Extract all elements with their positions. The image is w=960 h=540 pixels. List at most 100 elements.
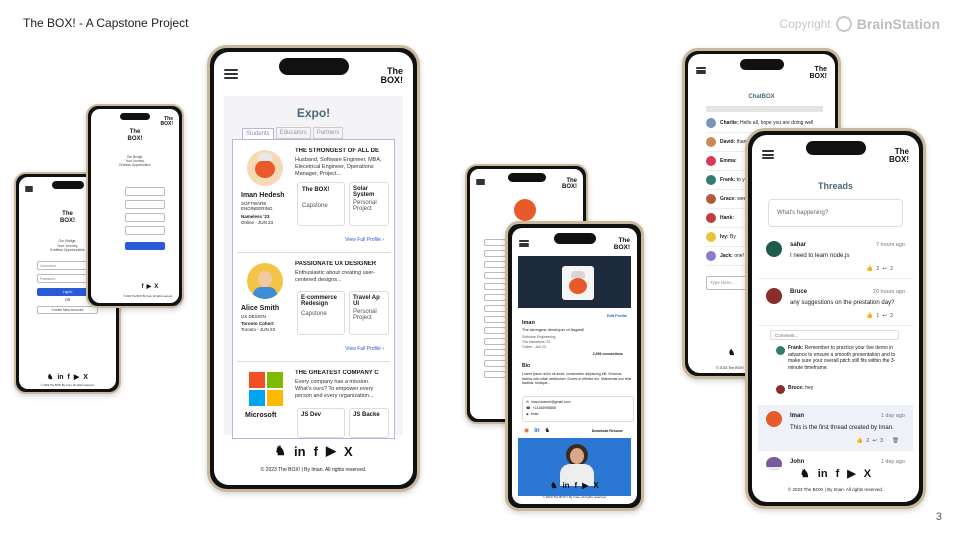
youtube-icon[interactable]: ▶ — [147, 283, 152, 290]
project-card[interactable]: Solar System Personal Project — [349, 182, 389, 226]
sidebar-item[interactable] — [484, 272, 506, 279]
reply-icon[interactable]: ↩ — [882, 313, 887, 319]
profile-meta: Toronto - JUN 23 — [241, 327, 276, 332]
reply-icon[interactable]: ↩ — [882, 266, 887, 272]
tab-partners[interactable]: Partners — [312, 127, 344, 139]
like-icon[interactable]: 👍 — [866, 313, 873, 319]
avatar — [776, 385, 785, 394]
project-title: Travel Ap UI — [353, 295, 380, 307]
thread-text: any suggestions on the prestation day? — [790, 300, 895, 306]
profile-name: Alice Smith — [241, 305, 280, 312]
sidebar-item[interactable] — [484, 316, 506, 323]
project-card[interactable]: Travel Ap UI Personal Project — [349, 291, 389, 335]
sidebar-item[interactable] — [484, 360, 506, 367]
menu-icon[interactable] — [762, 150, 774, 159]
contact-social[interactable]: Iman — [531, 412, 539, 418]
project-card[interactable]: The BOX! Capstone — [297, 182, 345, 226]
view-profile-link[interactable]: View Full Profile › — [345, 237, 384, 243]
profile-headline: PASSIONATE UX DESIGNER — [295, 261, 377, 267]
brand-logo: The BOX! — [809, 66, 828, 80]
sidebar-item[interactable] — [484, 338, 506, 345]
facebook-icon[interactable]: f — [575, 481, 578, 490]
chat-sender: Frank: — [720, 177, 736, 183]
avatar — [766, 288, 782, 304]
page-title: Expo! — [296, 106, 331, 120]
thread-user: Iman — [790, 413, 805, 419]
footer-copyright: © 2023 The BOX! | By Iman. All rights re… — [542, 495, 607, 499]
portfolio-icon[interactable]: ◉ — [524, 427, 529, 434]
profile-cohort: Toronto Cohort — [241, 321, 274, 326]
youtube-icon[interactable]: ▶ — [326, 443, 336, 459]
chat-input[interactable]: Type Here... — [706, 276, 750, 290]
x-icon[interactable]: X — [83, 374, 88, 381]
sidebar-item[interactable] — [484, 250, 506, 257]
download-resume-link[interactable]: Download Resume — [592, 429, 623, 433]
x-icon[interactable]: X — [864, 468, 871, 480]
phone-profile: The BOX! Edit Profile Iman The strongest … — [505, 221, 644, 511]
sidebar-item[interactable] — [484, 349, 506, 356]
profile-headline: The strongest developer of Asgard! — [522, 327, 585, 332]
github-icon[interactable]: ♞ — [728, 348, 735, 357]
menu-icon[interactable] — [519, 240, 529, 247]
menu-icon[interactable] — [476, 179, 485, 185]
github-icon[interactable]: ♞ — [800, 467, 810, 480]
github-icon[interactable]: ♞ — [47, 373, 53, 381]
job-card[interactable]: JS Dev — [297, 408, 345, 438]
sidebar-item[interactable] — [484, 371, 506, 378]
sidebar-item[interactable] — [484, 283, 506, 290]
reply-icon[interactable]: ↩ — [872, 438, 877, 444]
github-icon[interactable]: ♞ — [545, 427, 550, 434]
linkedin-icon[interactable]: in — [562, 481, 569, 490]
tab-educators[interactable]: Educators — [275, 127, 311, 139]
linkedin-icon[interactable]: in — [818, 468, 828, 480]
x-icon[interactable]: X — [154, 284, 158, 290]
reply-count: 3 — [879, 438, 884, 444]
tab-students[interactable]: Students — [242, 127, 274, 139]
x-icon[interactable]: X — [593, 481, 598, 490]
github-icon[interactable]: ♞ — [550, 481, 557, 490]
menu-icon[interactable] — [25, 186, 33, 192]
facebook-icon[interactable]: f — [836, 468, 840, 480]
view-profile-link[interactable]: View Full Profile › — [345, 346, 384, 352]
password-field[interactable] — [125, 213, 165, 222]
github-icon[interactable]: ♞ — [274, 443, 286, 459]
profile-card: Iman Hedesh SOFTWARE ENGINEERING Nameles… — [237, 140, 390, 253]
phone-login-alt: The BOX! The BOX! Our Bridge, Your Journe… — [86, 104, 184, 308]
project-card[interactable]: E-commerce Redesign Capstone — [297, 291, 345, 335]
reply-count: 2 — [889, 313, 893, 319]
comment-text: hey — [805, 385, 814, 391]
youtube-icon[interactable]: ▶ — [847, 467, 855, 480]
linkedin-icon[interactable]: in — [534, 428, 539, 434]
youtube-icon[interactable]: ▶ — [582, 481, 588, 490]
youtube-icon[interactable]: ▶ — [74, 373, 79, 381]
username-field[interactable] — [125, 187, 165, 196]
comment-user: Bruce: — [788, 385, 804, 391]
new-thread-input[interactable]: What's happening? — [768, 199, 903, 227]
delete-icon[interactable]: 🗑 — [892, 438, 899, 444]
edit-profile-link[interactable]: Edit Profile — [607, 314, 627, 318]
facebook-icon[interactable]: f — [142, 284, 144, 290]
facebook-icon[interactable]: f — [68, 374, 70, 381]
signup-button[interactable] — [125, 242, 165, 250]
email-field[interactable] — [125, 200, 165, 209]
sidebar-item[interactable] — [484, 327, 506, 334]
linkedin-icon[interactable]: in — [57, 374, 63, 381]
sidebar-item[interactable] — [484, 261, 506, 268]
linkedin-icon[interactable]: in — [294, 444, 306, 459]
sidebar-item[interactable] — [484, 239, 506, 246]
create-account-button[interactable]: Create New Account — [37, 306, 98, 314]
job-card[interactable]: JS Backe — [349, 408, 389, 438]
x-icon[interactable]: X — [344, 444, 353, 459]
like-icon[interactable]: 👍 — [856, 438, 863, 444]
chat-sender: Charlie: — [720, 120, 739, 126]
confirm-field[interactable] — [125, 226, 165, 235]
sidebar-item[interactable] — [484, 305, 506, 312]
menu-icon[interactable] — [224, 69, 238, 79]
comment-input[interactable]: Comment... — [770, 330, 899, 340]
project-type: Personal Project — [353, 200, 377, 212]
facebook-icon[interactable]: f — [314, 444, 318, 459]
project-type: Personal Project — [353, 309, 377, 321]
menu-icon[interactable] — [696, 67, 706, 74]
sidebar-item[interactable] — [484, 294, 506, 301]
like-icon[interactable]: 👍 — [866, 266, 873, 272]
